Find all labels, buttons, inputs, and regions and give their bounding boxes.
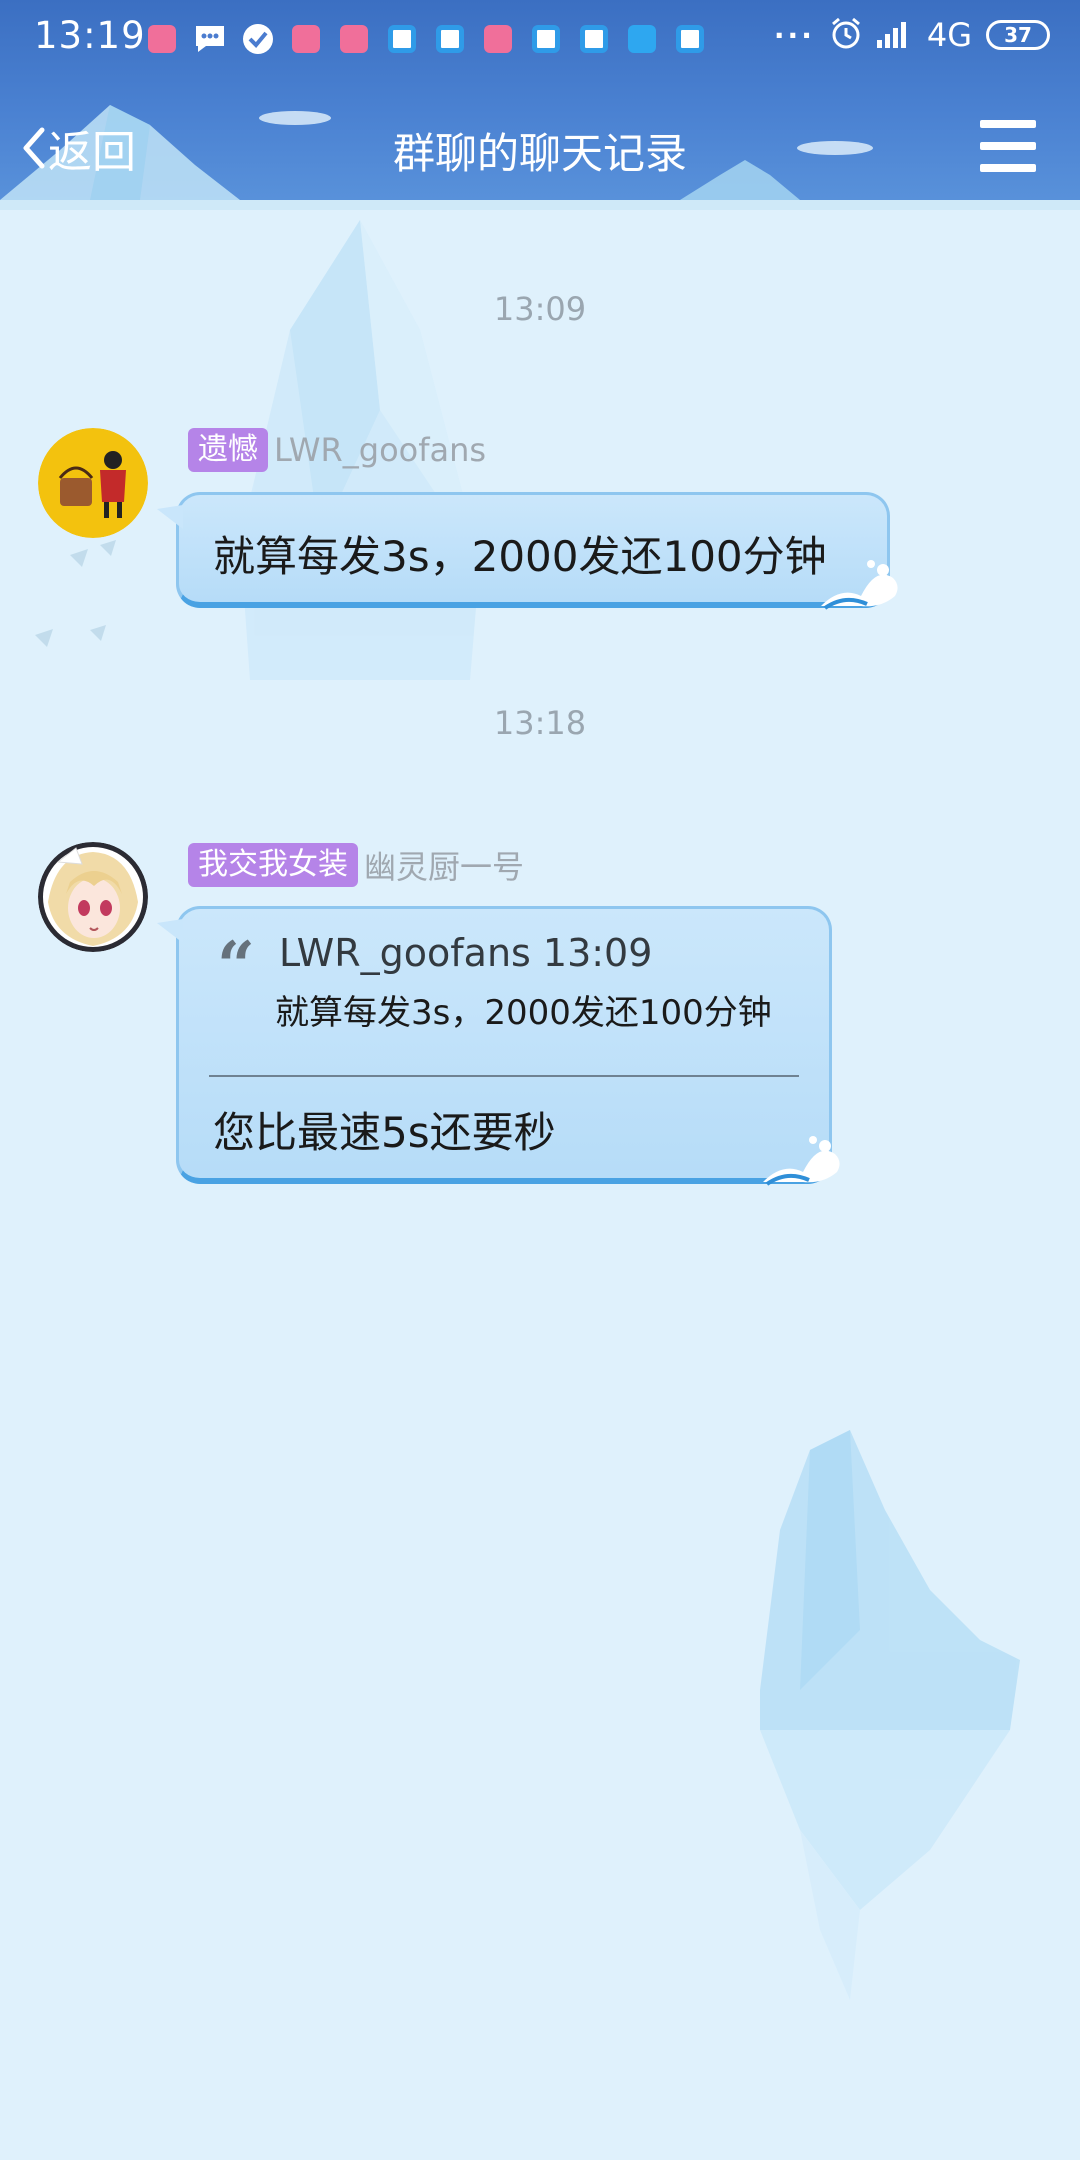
qq-browser-icon [385,22,419,56]
lofter-icon [481,22,515,56]
avatar[interactable] [38,842,148,952]
timestamp: 13:18 [493,704,587,742]
document-icon [625,22,659,56]
battery-level: 37 [1004,23,1032,47]
status-time: 13:19 [34,14,146,57]
signal-icon [876,18,913,52]
qq-browser-icon [433,22,467,56]
lofter-icon [145,22,179,56]
page-title: 群聊的聊天记录 [392,129,687,178]
sender-name: LWR_goofans [274,431,487,469]
title-badge: 遗憾 [188,428,268,472]
sender-name: 幽灵厨一号 [364,848,525,886]
status-bar: 13:19 ··· 4G 37 [0,0,1080,80]
header: 13:19 ··· 4G 37 返回 群聊的聊天记录 [0,0,1080,210]
overflow-dots: ··· [773,18,815,52]
chat-history[interactable]: 13:09 遗憾 LWR_goofans 就算每发3s，2000发还100分钟 … [0,210,1080,2160]
quoted-sender: LWR_goofans 13:09 [279,931,653,975]
quote-divider [209,1075,799,1077]
nav-bar: 返回 群聊的聊天记录 [0,100,1080,200]
message-icon [193,22,227,56]
lofter-icon [289,22,323,56]
wave-decoration-icon [821,560,898,610]
message-bubble[interactable]: “ LWR_goofans 13:09 就算每发3s，2000发还100分钟 您… [157,906,840,1186]
bubble-tail-icon [157,505,183,529]
alarm-icon [829,16,863,54]
message-text: 就算每发3s，2000发还100分钟 [213,532,827,581]
menu-button[interactable] [980,118,1036,174]
battery-icon: 37 [986,20,1050,50]
check-icon [241,22,275,56]
sender-row: 遗憾 LWR_goofans [188,428,486,472]
qq-browser-icon [577,22,611,56]
status-right: ··· 4G 37 [774,16,1050,54]
qq-browser-icon [673,22,707,56]
message-text: 您比最速5s还要秒 [213,1108,556,1157]
timestamp: 13:09 [493,290,587,328]
qq-browser-icon [529,22,563,56]
notification-icons [145,22,707,56]
message-bubble[interactable]: 就算每发3s，2000发还100分钟 [157,492,898,610]
avatar[interactable] [38,428,148,538]
quoted-text: 就算每发3s，2000发还100分钟 [275,993,772,1033]
bubble-tail-icon [157,919,183,943]
lofter-icon [337,22,371,56]
quote-mark-icon: “ [217,927,255,1005]
sender-row: 我交我女装 幽灵厨一号 [188,842,524,888]
network-label: 4G [926,16,972,54]
title-badge: 我交我女装 [188,843,358,887]
wave-decoration-icon [763,1136,840,1186]
